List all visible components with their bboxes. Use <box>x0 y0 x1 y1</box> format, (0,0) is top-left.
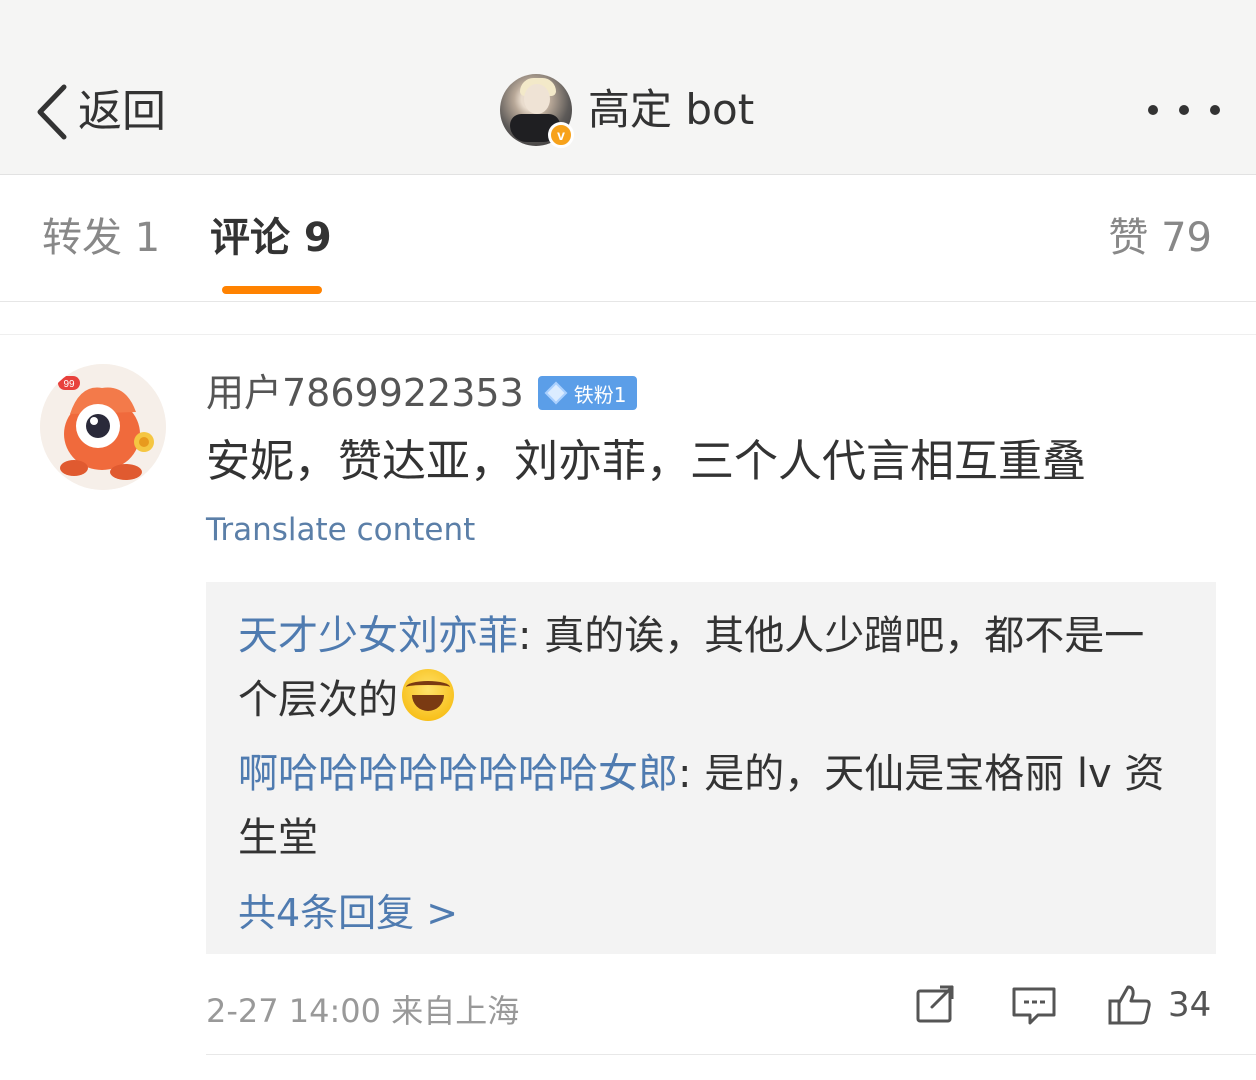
comment-footer: 2-27 14:00 来自上海 34 <box>206 982 1216 1030</box>
comment-meta: 2-27 14:00 来自上海 <box>206 992 520 1030</box>
reply-item[interactable]: 啊哈哈哈哈哈哈哈哈女郎: 是的，天仙是宝格丽 lv 资生堂 <box>238 742 1178 870</box>
comment-icon <box>1012 987 1056 1025</box>
top-nav-bar: 返回 v 高定 bot <box>0 0 1256 175</box>
tab-bar: 转发 1 评论 9 赞 79 <box>0 176 1256 302</box>
fan-badge[interactable]: 铁粉1 <box>537 376 637 410</box>
reply-button[interactable] <box>1010 982 1058 1028</box>
page-title: 高定 bot <box>588 85 755 134</box>
tab-like[interactable]: 赞 79 <box>1108 218 1212 258</box>
reply-item[interactable]: 天才少女刘亦菲: 真的诶，其他人少蹭吧，都不是一个层次的 <box>238 604 1178 732</box>
reply-author[interactable]: 天才少女刘亦菲 <box>238 613 518 659</box>
comment-header: 用户7869922353 铁粉1 <box>206 370 637 416</box>
fan-badge-label: 铁粉1 <box>573 382 627 407</box>
laughing-emoji-icon <box>402 669 454 721</box>
comment-text: 安妮，赞达亚，刘亦菲，三个人代言相互重叠 <box>206 436 1086 487</box>
like-button[interactable]: 34 <box>1106 982 1211 1028</box>
nav-title-group[interactable]: v 高定 bot <box>500 72 754 148</box>
reply-separator: : <box>678 751 705 797</box>
verified-icon: v <box>548 122 574 148</box>
chevron-left-icon <box>37 84 67 140</box>
tab-active-indicator <box>222 286 322 294</box>
avatar-badge: 99 <box>63 379 75 390</box>
like-count: 34 <box>1168 985 1212 1025</box>
share-icon <box>916 985 954 1023</box>
more-replies-link[interactable]: 共4条回复 > <box>238 882 458 937</box>
reply-author[interactable]: 啊哈哈哈哈哈哈哈哈女郎 <box>238 751 678 797</box>
back-label: 返回 <box>78 86 166 137</box>
tab-comment[interactable]: 评论 9 <box>210 218 332 258</box>
comment-item: 99 用户7869922353 铁粉1 安妮，赞达亚，刘亦菲，三个人代言相互重叠… <box>0 336 1256 1056</box>
tab-repost[interactable]: 转发 1 <box>42 218 160 258</box>
more-options-icon[interactable] <box>1148 100 1220 120</box>
avatar[interactable]: v <box>500 74 574 148</box>
reply-list[interactable]: 天才少女刘亦菲: 真的诶，其他人少蹭吧，都不是一个层次的 啊哈哈哈哈哈哈哈哈女郎… <box>206 582 1216 954</box>
reply-separator: : <box>518 613 545 659</box>
translate-link[interactable]: Translate content <box>206 512 475 548</box>
mascot-avatar-icon: 99 <box>40 364 166 490</box>
avatar[interactable]: 99 <box>40 364 166 490</box>
comment-username[interactable]: 用户7869922353 <box>206 374 524 412</box>
divider <box>0 334 1256 335</box>
back-button[interactable]: 返回 <box>34 80 166 144</box>
divider <box>206 1054 1256 1055</box>
diamond-icon <box>544 381 568 405</box>
share-button[interactable] <box>912 982 960 1028</box>
thumbs-up-icon <box>1108 985 1151 1025</box>
